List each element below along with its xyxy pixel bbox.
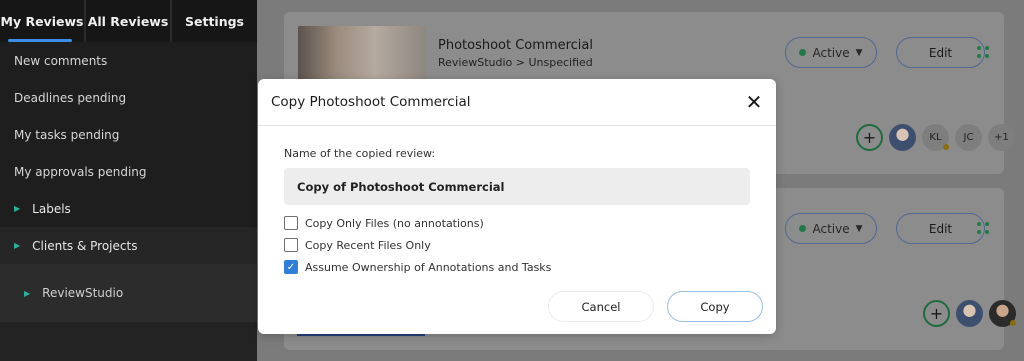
avatar-initials: JC bbox=[963, 132, 974, 143]
review-breadcrumb: ReviewStudio > Unspecified bbox=[438, 56, 593, 69]
review-name-input[interactable] bbox=[284, 168, 750, 205]
sidebar-item-clients-projects[interactable]: ▶ Clients & Projects bbox=[0, 227, 257, 264]
caret-down-icon: ▼ bbox=[855, 223, 863, 234]
drag-handle-icon[interactable] bbox=[977, 46, 989, 60]
option-label: Copy Only Files (no annotations) bbox=[305, 216, 484, 230]
field-label: Name of the copied review: bbox=[284, 147, 436, 160]
option-copy-recent-files[interactable]: Copy Recent Files Only bbox=[284, 238, 431, 252]
status-dot-icon bbox=[799, 225, 807, 232]
sidebar-item-my-approvals-pending[interactable]: My approvals pending bbox=[0, 153, 257, 190]
expand-arrow-icon[interactable]: ▶ bbox=[14, 204, 20, 213]
checkbox-checked[interactable]: ✓ bbox=[284, 260, 298, 274]
participants: + KL JC +1 bbox=[856, 124, 1015, 151]
sidebar-item-my-tasks-pending[interactable]: My tasks pending bbox=[0, 116, 257, 153]
close-icon[interactable]: ✕ bbox=[744, 92, 764, 112]
sidebar-tabs: My Reviews All Reviews Settings bbox=[0, 0, 257, 42]
drag-handle-icon[interactable] bbox=[977, 222, 989, 236]
dialog-title: Copy Photoshoot Commercial bbox=[271, 94, 471, 110]
avatar[interactable]: JC bbox=[955, 124, 982, 151]
status-label: Active bbox=[812, 221, 850, 236]
avatar[interactable] bbox=[989, 300, 1016, 327]
add-participant-icon[interactable]: + bbox=[856, 124, 883, 151]
tab-settings[interactable]: Settings bbox=[172, 0, 257, 42]
cancel-button[interactable]: Cancel bbox=[548, 291, 654, 322]
checkbox[interactable] bbox=[284, 216, 298, 230]
sidebar-item-label: ReviewStudio bbox=[42, 286, 124, 300]
tab-all-reviews[interactable]: All Reviews bbox=[86, 0, 172, 42]
avatar[interactable] bbox=[956, 300, 983, 327]
option-copy-only-files[interactable]: Copy Only Files (no annotations) bbox=[284, 216, 484, 230]
avatar-count: +1 bbox=[994, 132, 1009, 143]
option-assume-ownership[interactable]: ✓ Assume Ownership of Annotations and Ta… bbox=[284, 260, 551, 274]
sidebar-item-deadlines-pending[interactable]: Deadlines pending bbox=[0, 79, 257, 116]
avatar[interactable]: KL bbox=[922, 124, 949, 151]
tab-my-reviews[interactable]: My Reviews bbox=[0, 0, 86, 42]
option-label: Copy Recent Files Only bbox=[305, 238, 431, 252]
sidebar-item-label: Clients & Projects bbox=[32, 238, 138, 253]
caret-down-icon: ▼ bbox=[855, 47, 863, 58]
edit-button[interactable]: Edit bbox=[896, 213, 985, 244]
add-participant-icon[interactable]: + bbox=[923, 300, 950, 327]
sidebar: My Reviews All Reviews Settings New comm… bbox=[0, 0, 257, 361]
checkbox[interactable] bbox=[284, 238, 298, 252]
status-dropdown[interactable]: Active ▼ bbox=[785, 37, 877, 68]
sidebar-footer bbox=[0, 322, 257, 361]
avatar-overflow[interactable]: +1 bbox=[988, 124, 1015, 151]
sidebar-item-reviewstudio[interactable]: ▶ ReviewStudio bbox=[0, 264, 257, 322]
sidebar-item-new-comments[interactable]: New comments bbox=[0, 42, 257, 79]
avatar[interactable] bbox=[889, 124, 916, 151]
status-dot-icon bbox=[1010, 320, 1016, 326]
status-dropdown[interactable]: Active ▼ bbox=[785, 213, 877, 244]
participants: + bbox=[923, 300, 1016, 327]
copy-review-dialog: Copy Photoshoot Commercial ✕ Name of the… bbox=[258, 79, 776, 334]
review-title[interactable]: Photoshoot Commercial bbox=[438, 38, 593, 53]
dialog-header: Copy Photoshoot Commercial ✕ bbox=[258, 79, 776, 126]
status-dot-icon bbox=[943, 144, 949, 150]
copy-button[interactable]: Copy bbox=[667, 291, 763, 322]
edit-button[interactable]: Edit bbox=[896, 37, 985, 68]
expand-arrow-icon[interactable]: ▶ bbox=[14, 241, 20, 250]
status-dot-icon bbox=[799, 49, 807, 56]
sidebar-item-labels[interactable]: ▶ Labels bbox=[0, 190, 257, 227]
sidebar-item-label: Labels bbox=[32, 201, 71, 216]
avatar-initials: KL bbox=[929, 132, 942, 143]
option-label: Assume Ownership of Annotations and Task… bbox=[305, 260, 552, 274]
status-label: Active bbox=[812, 45, 850, 60]
expand-arrow-icon[interactable]: ▶ bbox=[24, 289, 30, 298]
